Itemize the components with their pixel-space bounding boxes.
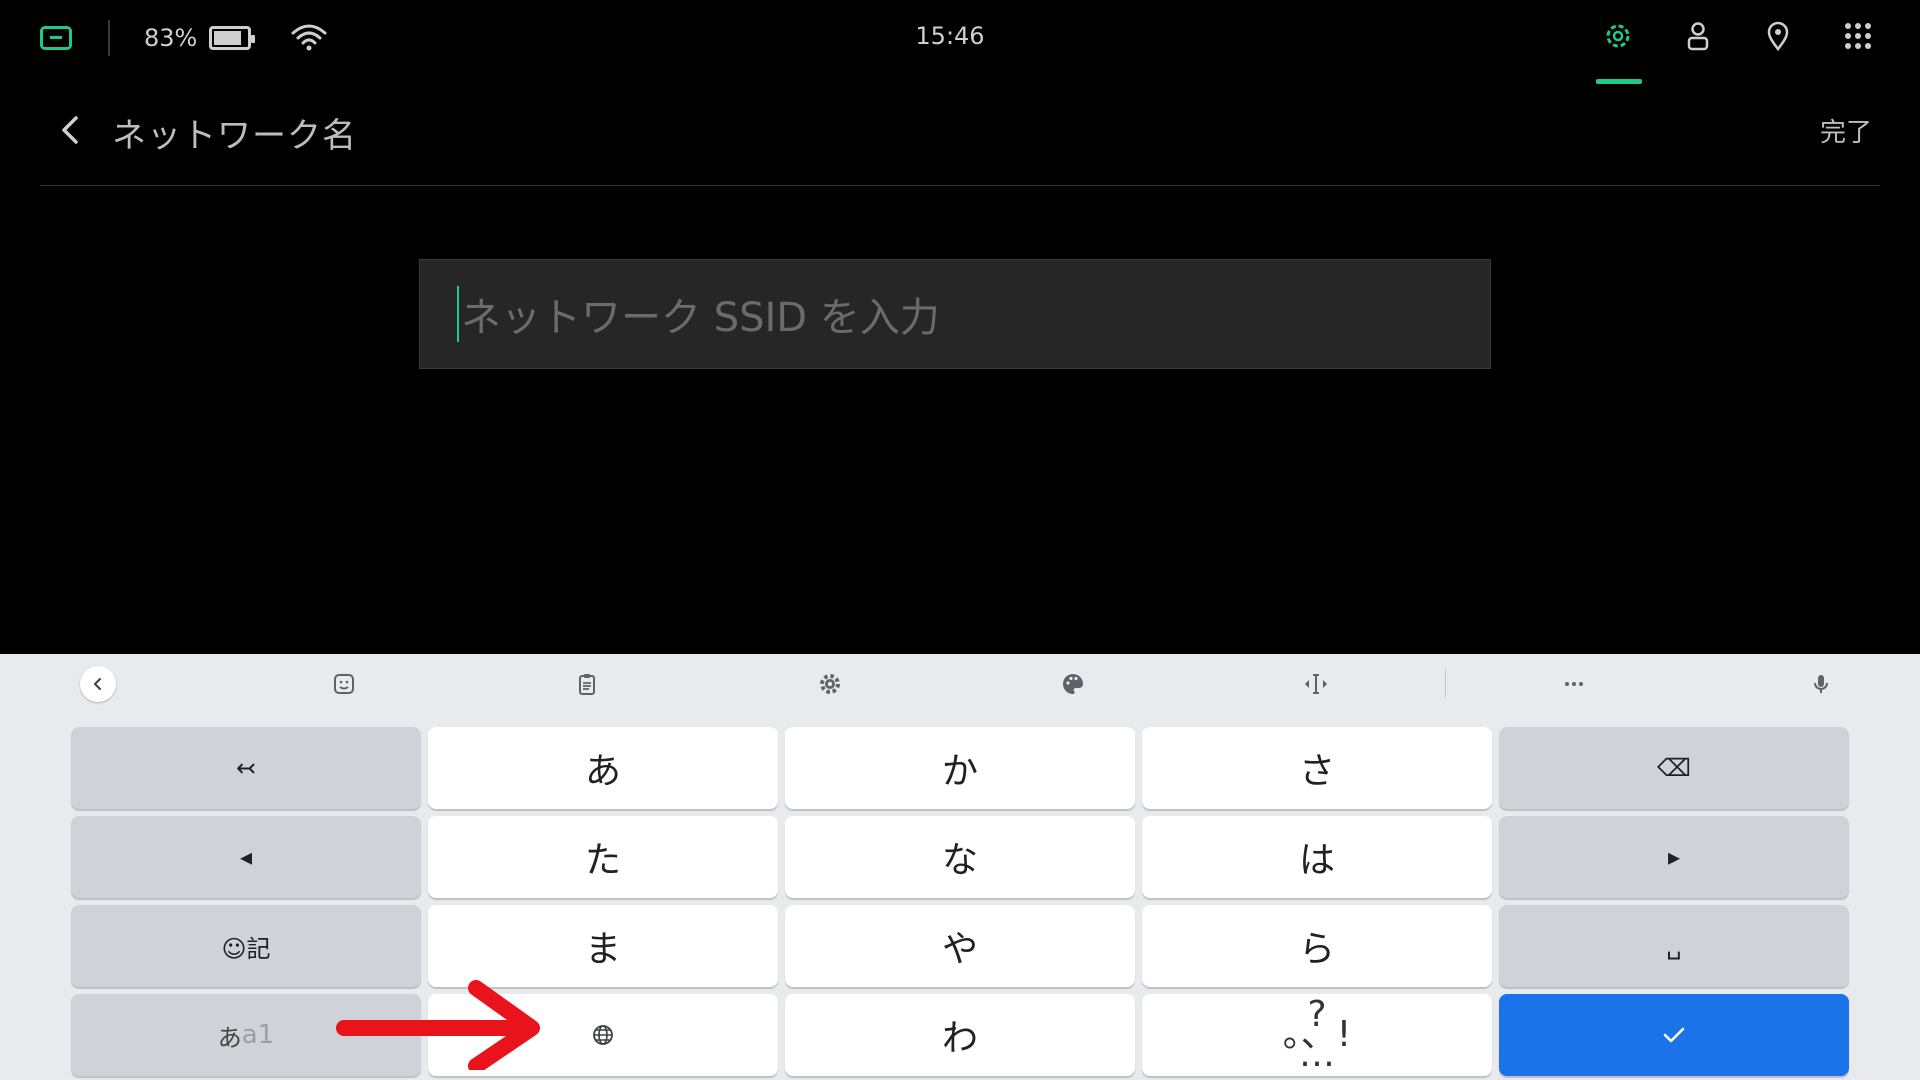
cursor-left-key[interactable]: ◂ bbox=[71, 816, 421, 898]
key-ma[interactable]: ま bbox=[428, 905, 778, 987]
annotation-arrow bbox=[336, 980, 540, 1070]
back-icon[interactable] bbox=[50, 110, 90, 150]
ssid-placeholder: ネットワーク SSID を入力 bbox=[461, 295, 940, 341]
mode-alnum-label: a1 bbox=[241, 1020, 275, 1050]
settings-icon[interactable] bbox=[1596, 18, 1642, 84]
soft-keyboard: ↢ あ か さ ⌫ ◂ た な は ▸ ☺記 ま や ら ␣ あ a1 わ ? 。… bbox=[0, 654, 1920, 1080]
punct-bottom: … bbox=[1299, 1034, 1335, 1075]
text-caret bbox=[457, 286, 459, 342]
mode-kana-label: あ bbox=[217, 1023, 242, 1052]
cursor-right-key[interactable]: ▸ bbox=[1499, 816, 1849, 898]
key-a[interactable]: あ bbox=[428, 727, 778, 809]
key-ta[interactable]: た bbox=[428, 816, 778, 898]
page-header: ネットワーク名 完了 bbox=[40, 100, 1880, 186]
sticker-icon[interactable] bbox=[326, 666, 362, 702]
more-icon[interactable] bbox=[1556, 666, 1592, 702]
microphone-icon[interactable] bbox=[1803, 666, 1839, 702]
done-button[interactable]: 完了 bbox=[1820, 112, 1872, 149]
key-na[interactable]: な bbox=[785, 816, 1135, 898]
cursor-move-icon[interactable] bbox=[1298, 666, 1334, 702]
active-tab-indicator bbox=[1596, 79, 1642, 84]
enter-key[interactable] bbox=[1499, 994, 1849, 1076]
backspace-key[interactable]: ⌫ bbox=[1499, 727, 1849, 809]
location-icon[interactable] bbox=[1762, 18, 1794, 54]
ssid-input[interactable]: ネットワーク SSID を入力 bbox=[419, 259, 1491, 369]
palette-icon[interactable] bbox=[1055, 666, 1091, 702]
globe-icon bbox=[593, 1025, 613, 1045]
clipboard-icon[interactable] bbox=[569, 666, 605, 702]
collapse-icon[interactable] bbox=[80, 666, 116, 702]
status-right bbox=[1596, 18, 1874, 84]
keyboard-toolbar bbox=[0, 654, 1920, 714]
check-icon bbox=[1663, 1027, 1685, 1043]
space-key[interactable]: ␣ bbox=[1499, 905, 1849, 987]
toolbar-divider bbox=[1445, 668, 1446, 698]
key-wa[interactable]: わ bbox=[785, 994, 1135, 1076]
apps-grid-icon[interactable] bbox=[1842, 18, 1874, 54]
settings-icon[interactable] bbox=[812, 666, 848, 702]
status-bar: 83% 15:46 bbox=[0, 0, 1920, 84]
key-ka[interactable]: か bbox=[785, 727, 1135, 809]
emoji-symbol-key[interactable]: ☺記 bbox=[71, 905, 421, 987]
key-ra[interactable]: ら bbox=[1142, 905, 1492, 987]
punctuation-key[interactable]: ? 。、! … bbox=[1142, 994, 1492, 1076]
undo-key[interactable]: ↢ bbox=[71, 727, 421, 809]
page-title: ネットワーク名 bbox=[112, 116, 357, 156]
account-icon[interactable] bbox=[1682, 18, 1714, 54]
key-ya[interactable]: や bbox=[785, 905, 1135, 987]
key-sa[interactable]: さ bbox=[1142, 727, 1492, 809]
key-ha[interactable]: は bbox=[1142, 816, 1492, 898]
